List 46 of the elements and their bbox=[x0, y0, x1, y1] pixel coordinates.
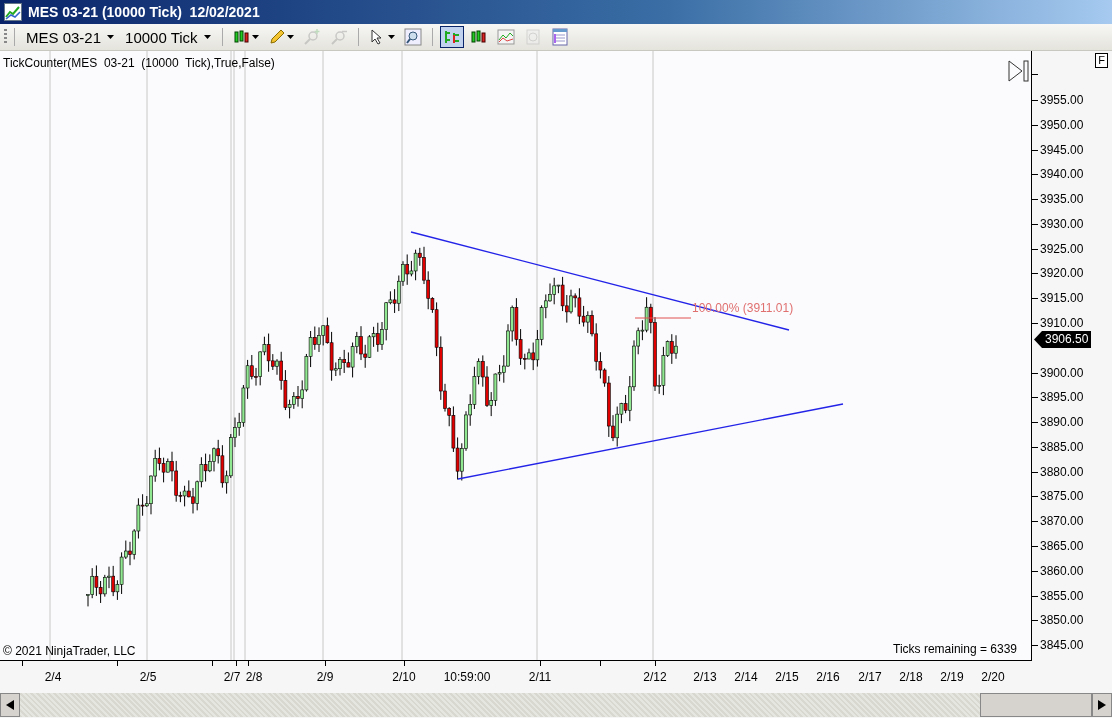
ticks-remaining-text: Ticks remaining = 6339 bbox=[893, 642, 1017, 656]
period-dropdown[interactable]: 10000 Tick bbox=[121, 28, 215, 46]
price-label: 3890.00 bbox=[1040, 415, 1084, 430]
price-label: 3865.00 bbox=[1040, 538, 1084, 553]
price-label: 3900.00 bbox=[1040, 365, 1084, 380]
time-label: 2/5 bbox=[139, 670, 157, 684]
time-label: 2/15 bbox=[775, 670, 799, 684]
price-label: 3855.00 bbox=[1040, 588, 1084, 603]
time-label: 2/16 bbox=[816, 670, 840, 684]
price-label: 3875.00 bbox=[1040, 489, 1084, 504]
time-label: 2/12 bbox=[643, 670, 667, 684]
time-label: 2/13 bbox=[693, 670, 717, 684]
price-label: 3915.00 bbox=[1040, 291, 1084, 306]
indicator-label: TickCounter(MES 03-21 (10000 Tick),True,False) bbox=[3, 56, 275, 70]
price-label: 3870.00 bbox=[1040, 514, 1084, 529]
price-label: 3940.00 bbox=[1040, 167, 1084, 182]
price-label: 3910.00 bbox=[1040, 315, 1084, 330]
price-label: 3945.00 bbox=[1040, 142, 1084, 157]
time-label: 2/7 bbox=[223, 670, 241, 684]
price-label: 3930.00 bbox=[1040, 216, 1084, 231]
time-label: 2/9 bbox=[316, 670, 334, 684]
time-label: 2/17 bbox=[858, 670, 882, 684]
price-label: 3950.00 bbox=[1040, 117, 1084, 132]
price-label: 3850.00 bbox=[1040, 613, 1084, 628]
time-label: 2/8 bbox=[245, 670, 263, 684]
time-label: 2/4 bbox=[44, 670, 62, 684]
price-label: 3845.00 bbox=[1040, 638, 1084, 653]
price-label: 3955.00 bbox=[1040, 93, 1084, 107]
time-label: 2/14 bbox=[734, 670, 758, 684]
price-label: 3885.00 bbox=[1040, 439, 1084, 454]
axis-button[interactable]: F bbox=[1095, 53, 1108, 68]
time-label: 2/18 bbox=[899, 670, 923, 684]
window-title: MES 03-21 (10000 Tick) 12/02/2021 bbox=[28, 4, 260, 20]
time-label: 2/19 bbox=[940, 670, 964, 684]
time-label: 2/11 bbox=[528, 670, 552, 684]
price-label: 3860.00 bbox=[1040, 563, 1084, 578]
time-label: 10:59:00 bbox=[443, 670, 491, 684]
price-label: 3880.00 bbox=[1040, 464, 1084, 479]
price-label: 3935.00 bbox=[1040, 192, 1084, 207]
time-label: 2/20 bbox=[981, 670, 1005, 684]
copyright-text: © 2021 NinjaTrader, LLC bbox=[3, 644, 136, 658]
price-label: 3925.00 bbox=[1040, 241, 1084, 256]
price-label: 3895.00 bbox=[1040, 390, 1084, 405]
price-label: 3920.00 bbox=[1040, 266, 1084, 281]
instrument-dropdown[interactable]: MES 03-21 bbox=[22, 28, 119, 46]
time-label: 2/10 bbox=[392, 670, 416, 684]
